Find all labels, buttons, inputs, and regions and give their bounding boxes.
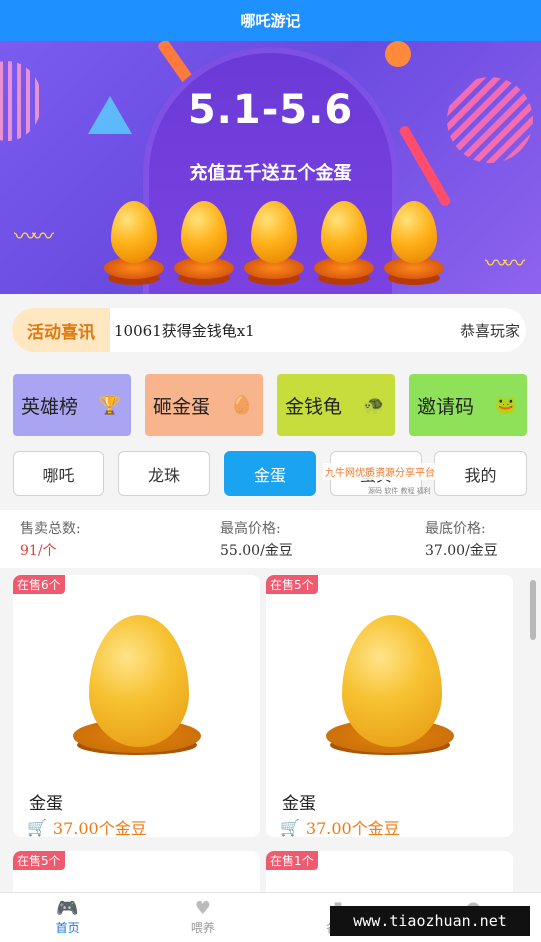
product-card[interactable]: 在售6个 金蛋 🛒 37.00个金豆	[13, 575, 260, 837]
product-card[interactable]: 在售5个 金蛋 🛒 37.00个金豆	[266, 575, 513, 837]
promo-banner[interactable]: 〰〰 〰〰 5.1-5.6 充值五千送五个金蛋	[0, 41, 541, 294]
egg-icon: 🥚	[230, 394, 253, 416]
category-row: 英雄榜 🏆 砸金蛋 🥚 金钱龟 🐢 邀请码 🐸	[13, 374, 527, 436]
category-money-turtle-button[interactable]: 金钱龟 🐢	[277, 374, 395, 436]
category-invite-code-button[interactable]: 邀请码 🐸	[409, 374, 527, 436]
nav-home[interactable]: 🎮 首页	[0, 893, 135, 942]
tab-mine[interactable]: 我的	[434, 451, 527, 496]
stat-total-value: 91/个	[20, 543, 57, 559]
banner-date-range: 5.1-5.6	[187, 87, 354, 133]
product-price: 🛒 37.00个金豆	[280, 815, 400, 838]
banner-promo-text: 充值五千送五个金蛋	[189, 163, 352, 184]
category-label: 英雄榜	[21, 395, 79, 418]
stat-max-value: 55.00/金豆	[220, 543, 293, 559]
golden-egg-icon	[314, 201, 374, 291]
app-title: 哪吒游记	[240, 12, 301, 30]
cart-icon: 🛒	[280, 817, 300, 837]
nav-feed[interactable]: ♥ 喂养	[135, 893, 270, 942]
notice-right-text: 恭喜玩家	[459, 321, 520, 340]
watermark-subtext: 源码 软件 教程 福利	[368, 487, 431, 495]
cart-icon: 🛒	[27, 817, 47, 837]
product-price: 🛒 37.00个金豆	[27, 815, 147, 838]
notice-tag: 活动喜讯	[12, 308, 110, 352]
watermark-text: 九牛网优质资源分享平台	[323, 463, 437, 480]
activity-notice[interactable]: 活动喜讯 10061获得金钱龟x1 恭喜玩家	[12, 308, 526, 352]
app-header: 哪吒游记	[0, 0, 541, 41]
tab-golden-egg[interactable]: 金蛋	[224, 451, 316, 496]
banner-eggs	[104, 201, 444, 291]
stock-badge: 在售1个	[266, 851, 318, 870]
scrollbar[interactable]	[530, 580, 536, 640]
trophy-icon: 🏆	[98, 394, 121, 416]
stat-min-value: 37.00/金豆	[425, 543, 498, 559]
decor-zigzag: 〰〰	[14, 225, 54, 250]
category-hero-rank-button[interactable]: 英雄榜 🏆	[13, 374, 131, 436]
stock-badge: 在售6个	[13, 575, 65, 594]
watermark-url: www.tiaozhuan.net	[330, 906, 530, 936]
tab-nezha[interactable]: 哪吒	[13, 451, 104, 496]
stat-total-label: 售卖总数:	[20, 521, 81, 537]
product-price-text: 37.00个金豆	[52, 819, 147, 837]
turtle-icon: 🐢	[362, 394, 385, 416]
stock-badge: 在售5个	[13, 851, 65, 870]
stat-max-label: 最高价格:	[220, 521, 281, 537]
product-name: 金蛋	[282, 794, 316, 814]
gamepad-icon: 🎮	[56, 898, 79, 919]
decor-zigzag: 〰〰	[484, 252, 525, 277]
product-tabs: 哪吒 龙珠 金蛋 蛋贝 我的	[13, 451, 527, 496]
stat-min-label: 最底价格:	[425, 521, 486, 537]
sales-stats: 售卖总数: 91/个 最高价格: 55.00/金豆 最底价格: 37.00/金豆	[0, 510, 541, 568]
stat-max: 最高价格: 55.00/金豆	[220, 518, 293, 562]
decor-ball	[385, 41, 411, 67]
heart-icon: ♥	[194, 898, 211, 919]
stat-min: 最底价格: 37.00/金豆	[425, 518, 498, 562]
golden-egg-icon	[384, 201, 444, 291]
nav-label: 喂养	[190, 921, 215, 935]
golden-egg-icon	[342, 615, 442, 747]
nav-label: 首页	[55, 921, 80, 935]
stat-total: 售卖总数: 91/个	[20, 518, 81, 562]
tab-dragon-ball[interactable]: 龙珠	[118, 451, 210, 496]
golden-egg-icon	[89, 615, 189, 747]
golden-egg-icon	[104, 201, 164, 291]
stock-badge: 在售5个	[266, 575, 318, 594]
category-label: 邀请码	[417, 395, 475, 418]
product-name: 金蛋	[29, 794, 63, 814]
frog-icon: 🐸	[494, 394, 517, 416]
notice-text: 10061获得金钱龟x1	[114, 321, 255, 340]
category-label: 砸金蛋	[153, 395, 211, 418]
golden-egg-icon	[174, 201, 234, 291]
golden-egg-icon	[244, 201, 304, 291]
product-price-text: 37.00个金豆	[305, 819, 400, 837]
category-smash-egg-button[interactable]: 砸金蛋 🥚	[145, 374, 263, 436]
category-label: 金钱龟	[285, 395, 343, 418]
